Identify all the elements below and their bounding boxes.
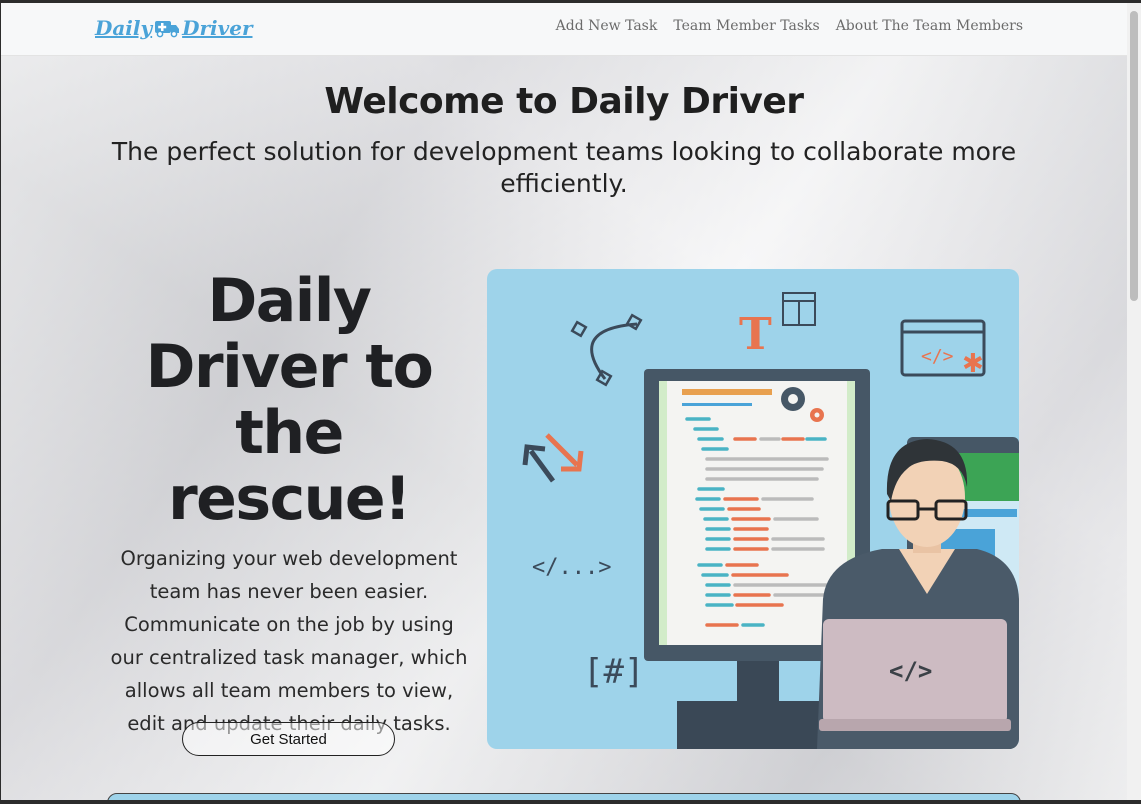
brand-logo[interactable]: Daily Driver xyxy=(95,13,253,43)
vertical-scrollbar[interactable] xyxy=(1127,3,1141,800)
code-tag-text: </> xyxy=(921,346,954,367)
hash-tag-icon: [#] xyxy=(583,652,644,692)
get-started-button[interactable]: Get Started xyxy=(182,722,395,756)
feature-card xyxy=(107,793,1021,800)
nav-links: Add New Task Team Member Tasks About The… xyxy=(556,18,1023,34)
layout-grid-icon xyxy=(782,292,816,326)
laptop-code-tag: </> xyxy=(889,657,932,685)
nav-team-member-tasks[interactable]: Team Member Tasks xyxy=(673,18,819,34)
page-title: Welcome to Daily Driver xyxy=(324,81,804,122)
scrollbar-thumb[interactable] xyxy=(1130,11,1138,301)
nav-about-team-members[interactable]: About The Team Members xyxy=(836,18,1023,34)
code-window-icon: </> ✱ xyxy=(900,319,986,379)
ellipsis-tag-icon: </...> xyxy=(532,555,611,580)
developer-illustration: T </> ✱ </...> [#] </> xyxy=(487,269,1019,749)
developer-illustration-svg: T </> ✱ </...> [#] </> xyxy=(522,292,1019,749)
brand-name-part2: Driver xyxy=(182,16,253,40)
intro-description: Organizing your web development team has… xyxy=(110,547,468,735)
brand-name-part1: Daily xyxy=(95,16,153,40)
swap-arrows-icon xyxy=(522,433,584,483)
intro-heading: Daily Driver to the rescue! xyxy=(145,266,434,534)
intro-section: Daily Driver to the rescue! Organizing y… xyxy=(109,268,469,740)
bezier-tool-icon xyxy=(570,313,643,387)
ambulance-icon xyxy=(155,21,180,38)
navbar: Daily Driver Add New Task Team Member Ta… xyxy=(1,3,1127,56)
browser-viewport: Daily Driver Add New Task Team Member Ta… xyxy=(1,3,1127,800)
svg-text:✱: ✱ xyxy=(962,349,984,379)
page-subtitle: The perfect solution for development tea… xyxy=(111,137,1017,198)
nav-add-new-task[interactable]: Add New Task xyxy=(556,18,658,34)
laptop-icon: </> xyxy=(819,619,1011,731)
letter-t-icon: T xyxy=(739,309,772,360)
